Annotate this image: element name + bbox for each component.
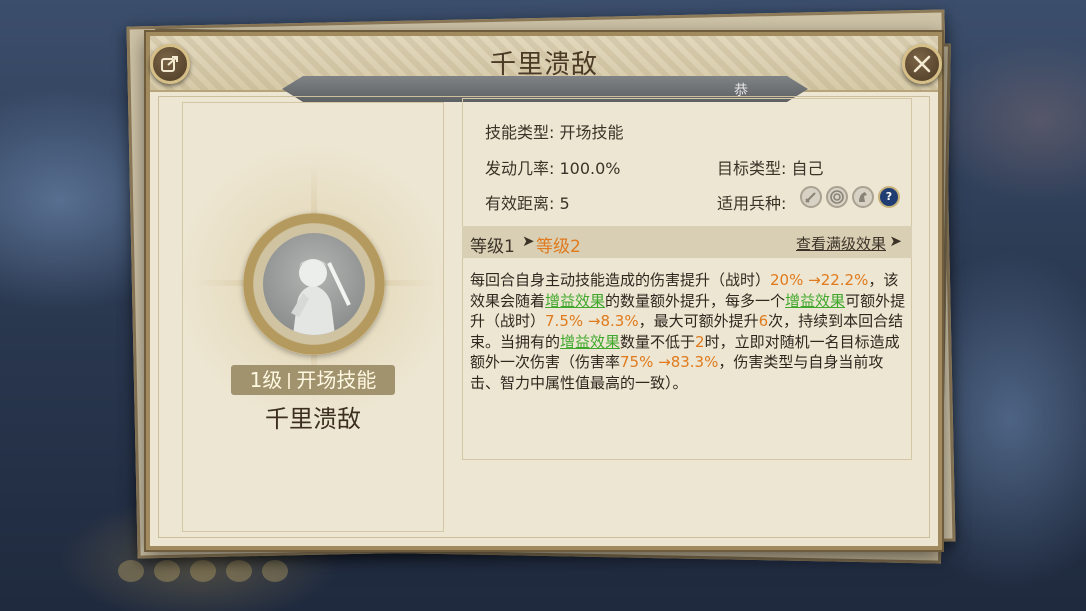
question-icon[interactable]: ?	[878, 186, 900, 208]
range-value: 5	[559, 194, 570, 213]
trigger-rate-label: 发动几率:	[485, 159, 555, 178]
target-type-label: 目标类型:	[717, 159, 787, 178]
close-button[interactable]	[902, 44, 942, 84]
desc-value: 2	[695, 332, 705, 351]
buff-effect-link[interactable]: 增益效果	[560, 333, 620, 351]
next-level: 等级2	[536, 237, 581, 257]
desc-text: 数量不低于	[620, 332, 696, 351]
troop-types-label: 适用兵种:	[717, 194, 787, 213]
current-level: 等级1	[470, 237, 515, 257]
horse-icon[interactable]	[852, 186, 874, 208]
sword-icon[interactable]	[800, 186, 822, 208]
page-title: 千里溃敌	[489, 50, 598, 80]
skill-type-tag: 开场技能	[296, 368, 377, 392]
desc-text: 的数量额外提升，每多一个	[605, 291, 786, 310]
range-row: 有效距离: 5	[485, 190, 570, 214]
trigger-rate-value: 100.0%	[559, 159, 621, 178]
skill-level: 1级	[249, 368, 283, 392]
troop-icon-list: ?	[800, 186, 900, 208]
share-icon	[161, 56, 178, 72]
share-button[interactable]	[150, 44, 190, 84]
view-max-level-link[interactable]: 查看满级效果	[796, 233, 886, 254]
range-label: 有效距离:	[485, 194, 555, 213]
skill-portrait-frame	[243, 213, 385, 355]
skill-type-row: 技能类型: 开场技能	[485, 119, 624, 143]
skill-detail-panel: 千里溃敌 恭 1级 开场技能 千里溃敌 技能类型: 开场技能 发动几率: 100…	[144, 30, 944, 552]
level-compare-bar: 等级1 ➤ 等级2 查看满级效果 ➤	[462, 226, 912, 258]
desc-value: 75% →83.3%	[620, 353, 719, 371]
background-item-strip	[118, 560, 298, 584]
skill-type-label: 技能类型:	[485, 123, 555, 142]
skill-name: 千里溃敌	[265, 405, 361, 433]
skill-type-value: 开场技能	[559, 123, 624, 142]
skill-card: 1级 开场技能 千里溃敌	[182, 102, 444, 532]
desc-value: 7.5% →8.3%	[545, 312, 639, 330]
target-type-row: 目标类型: 自己	[717, 155, 824, 179]
buff-effect-link[interactable]: 增益效果	[785, 292, 845, 310]
desc-text: 每回合自身主动技能造成的伤害提升（战时）	[470, 271, 771, 289]
desc-value: 6	[758, 312, 769, 330]
desc-value: 20% →22.2%	[770, 271, 869, 289]
trigger-rate-row: 发动几率: 100.0%	[485, 155, 621, 179]
buff-effect-link[interactable]: 增益效果	[545, 292, 605, 310]
target-type-value: 自己	[791, 159, 824, 178]
desc-text: ，最大可额外提升	[638, 312, 759, 330]
general-portrait-icon	[263, 233, 365, 335]
level-arrow-icon: ➤	[522, 232, 535, 250]
troop-types-row: 适用兵种:	[717, 190, 786, 214]
target-icon[interactable]	[826, 186, 848, 208]
skill-level-badge: 1级 开场技能	[231, 365, 395, 395]
chevron-right-icon: ➤	[889, 232, 902, 250]
close-icon	[913, 55, 931, 73]
skill-description: 每回合自身主动技能造成的伤害提升（战时）20% →22.2%，该效果会随着增益效…	[470, 270, 906, 393]
